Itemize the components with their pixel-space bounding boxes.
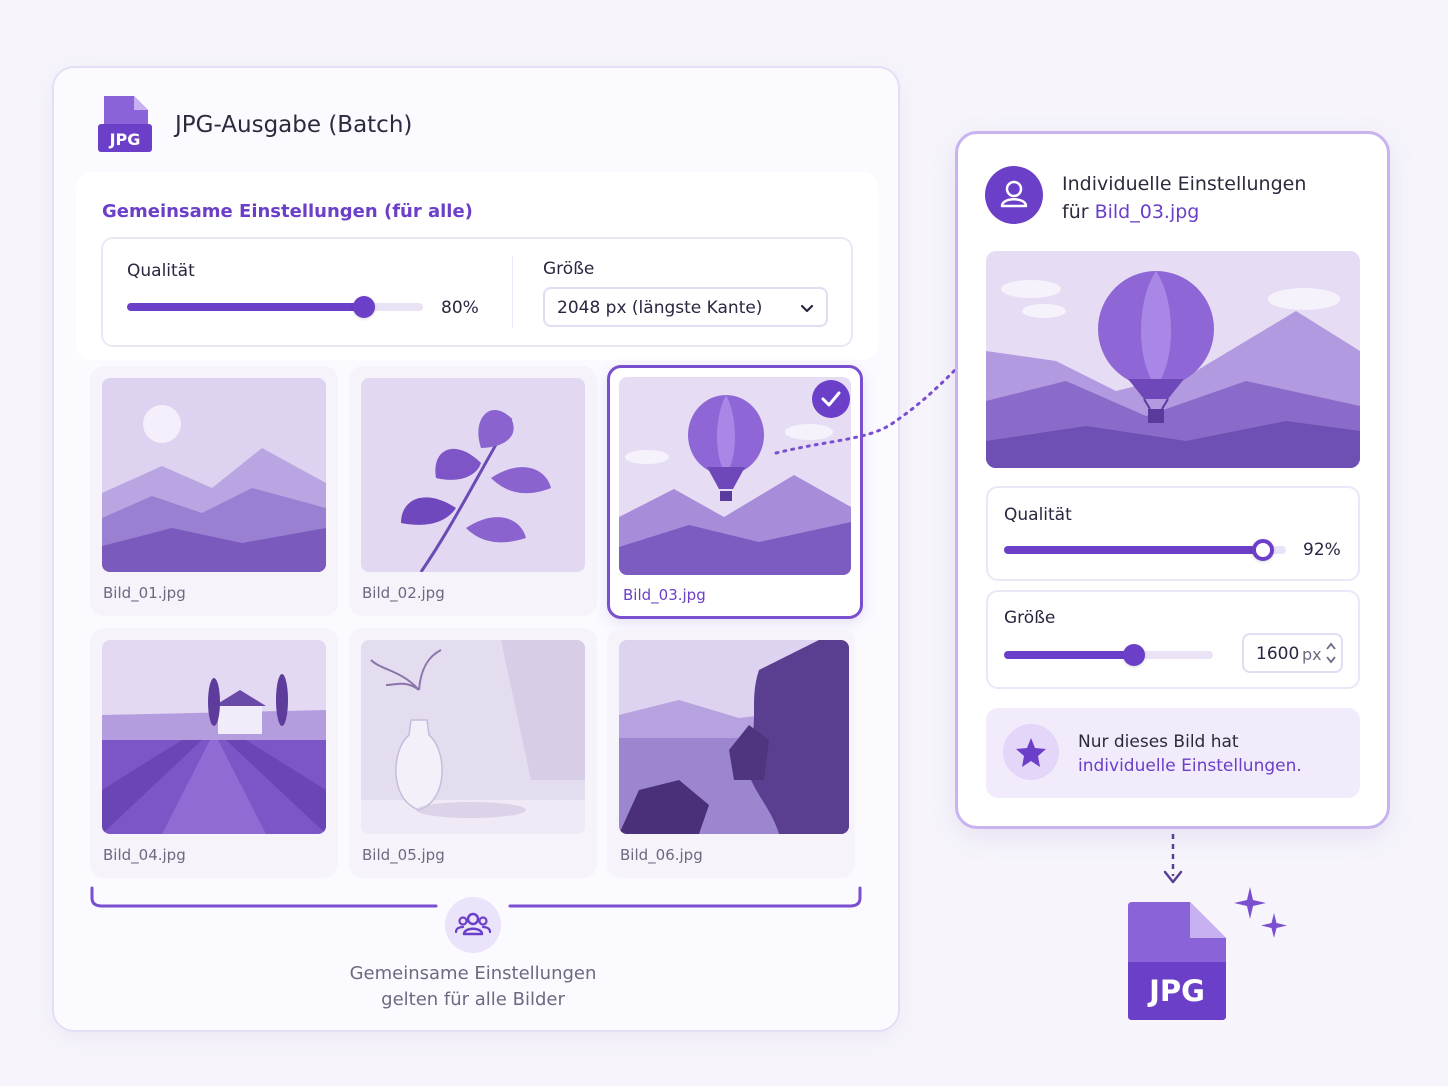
image-card-1[interactable]: Bild_01.jpg — [90, 366, 338, 616]
image-card-6-label: Bild_06.jpg — [620, 846, 703, 864]
image-thumbnail-leaves — [361, 378, 585, 572]
shared-size-label: Größe — [543, 259, 595, 279]
chevron-down-icon — [800, 304, 814, 313]
user-badge — [985, 166, 1043, 224]
shared-quality-slider-fill — [127, 303, 364, 311]
image-thumbnail-lavender-field — [102, 640, 326, 834]
individual-settings-title: Individuelle Einstellungen für Bild_03.j… — [1062, 170, 1306, 226]
individual-quality-slider-fill — [1004, 546, 1264, 554]
users-group-icon — [454, 912, 492, 936]
jpg-output-badge-text: JPG — [1147, 974, 1205, 1008]
individual-size-slider[interactable] — [1004, 644, 1213, 666]
individual-size-input-value: 1600 — [1256, 644, 1300, 664]
image-card-2-label: Bild_02.jpg — [362, 584, 445, 602]
shared-quality-label: Qualität — [127, 261, 195, 281]
image-card-1-label: Bild_01.jpg — [103, 584, 186, 602]
shared-size-select-value: 2048 px (längste Kante) — [557, 298, 763, 318]
arrow-down-dotted-icon — [1163, 834, 1183, 884]
group-caption-line-1: Gemeinsame Einstellungen — [349, 963, 597, 984]
individual-note-text: Nur dieses Bild hat individuelle Einstel… — [1078, 730, 1302, 778]
settings-divider — [512, 256, 513, 328]
image-card-4[interactable]: Bild_04.jpg — [90, 628, 338, 878]
shared-quality-value: 80% — [441, 298, 479, 318]
group-caption-line-2: gelten für alle Bilder — [381, 989, 565, 1010]
image-card-3-label: Bild_03.jpg — [623, 586, 706, 604]
image-thumbnail-vase — [361, 640, 585, 834]
preview-image-balloon — [986, 251, 1360, 468]
image-card-6[interactable]: Bild_06.jpg — [607, 628, 855, 878]
image-thumbnail-sea-cliffs — [619, 640, 849, 834]
shared-settings-heading: Gemeinsame Einstellungen (für alle) — [102, 201, 473, 222]
individual-quality-card — [986, 486, 1360, 581]
individual-quality-label: Qualität — [1004, 505, 1072, 525]
individual-title-prefix: für — [1062, 201, 1089, 223]
individual-size-input[interactable]: 1600 px — [1242, 633, 1343, 673]
connector-dotted-line — [774, 368, 957, 455]
batch-title: JPG-Ausgabe (Batch) — [175, 112, 413, 138]
individual-size-input-unit: px — [1302, 645, 1322, 664]
jpg-output-file-icon: JPG — [1128, 902, 1226, 1020]
individual-size-slider-handle[interactable] — [1122, 644, 1145, 666]
sparkle-icon — [1234, 887, 1287, 938]
shared-quality-slider-handle[interactable] — [352, 296, 375, 318]
group-badge — [445, 897, 501, 953]
user-icon — [1000, 180, 1028, 208]
individual-quality-value: 92% — [1303, 540, 1341, 560]
star-icon — [1016, 738, 1046, 767]
stepper-arrows-icon[interactable] — [1325, 640, 1337, 666]
individual-size-slider-fill — [1004, 651, 1134, 659]
group-caption: Gemeinsame Einstellungen gelten für alle… — [300, 961, 646, 1013]
image-card-2[interactable]: Bild_02.jpg — [349, 366, 597, 616]
shared-size-select[interactable]: 2048 px (längste Kante) — [543, 287, 828, 327]
individual-title-file: Bild_03.jpg — [1094, 201, 1200, 223]
image-card-5-label: Bild_05.jpg — [362, 846, 445, 864]
jpg-file-icon: JPG — [98, 96, 152, 152]
image-card-4-label: Bild_04.jpg — [103, 846, 186, 864]
image-thumbnail-mountains-moon — [102, 378, 326, 572]
star-badge — [1003, 724, 1059, 780]
individual-note-line-2: individuelle Einstellungen. — [1078, 756, 1302, 776]
jpg-file-badge-text: JPG — [109, 130, 141, 149]
individual-title-line-1: Individuelle Einstellungen — [1062, 173, 1307, 195]
individual-size-label: Größe — [1004, 608, 1056, 628]
individual-note-line-1: Nur dieses Bild hat — [1078, 732, 1239, 752]
shared-quality-slider[interactable] — [127, 296, 423, 318]
individual-quality-slider[interactable] — [1004, 539, 1286, 561]
image-card-5[interactable]: Bild_05.jpg — [349, 628, 597, 878]
